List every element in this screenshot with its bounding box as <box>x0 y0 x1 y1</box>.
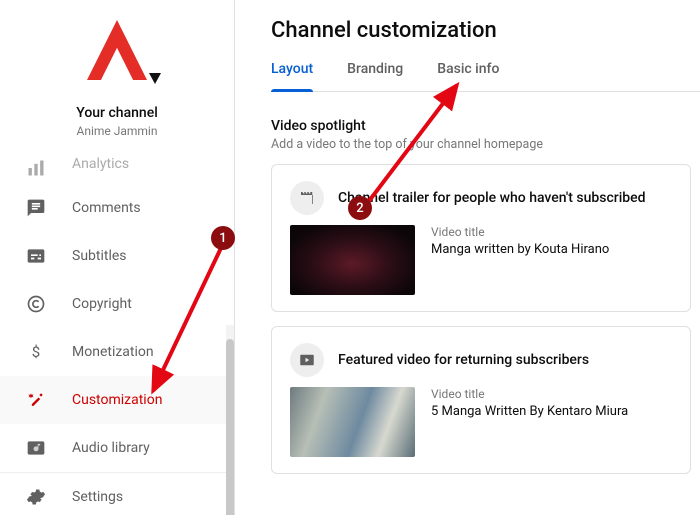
scrollbar-thumb[interactable] <box>226 339 234 515</box>
video-meta-label: Video title <box>431 225 609 239</box>
page-title: Channel customization <box>271 18 700 43</box>
subtitles-icon <box>24 244 48 268</box>
video-thumbnail[interactable] <box>290 387 415 457</box>
channel-name: Anime Jammin <box>77 124 158 138</box>
sidebar-item-label: Subtitles <box>72 248 127 264</box>
settings-icon <box>24 485 48 509</box>
tab-branding[interactable]: Branding <box>347 61 403 91</box>
main-content: Channel customization Layout Branding Ba… <box>235 0 700 515</box>
tab-label: Branding <box>347 61 403 77</box>
channel-avatar[interactable] <box>67 18 167 93</box>
card-featured-video[interactable]: Featured video for returning subscribers… <box>271 326 691 474</box>
sidebar-scrollbar[interactable] <box>226 325 234 515</box>
sidebar-item-settings[interactable]: Settings <box>0 472 234 515</box>
sidebar-item-copyright[interactable]: Copyright <box>0 280 234 328</box>
video-thumbnail[interactable] <box>290 225 415 295</box>
sidebar-item-label: Analytics <box>72 156 129 172</box>
sidebar: Your channel Anime Jammin Analytics Comm… <box>0 0 235 515</box>
film-icon <box>290 181 324 215</box>
video-meta-title: Manga written by Kouta Hirano <box>431 242 609 257</box>
sidebar-item-label: Comments <box>72 200 141 216</box>
sidebar-item-comments[interactable]: Comments <box>0 184 234 232</box>
tab-layout[interactable]: Layout <box>271 61 313 91</box>
sidebar-item-subtitles[interactable]: Subtitles <box>0 232 234 280</box>
customization-icon <box>24 388 48 412</box>
sidebar-item-customization[interactable]: Customization <box>0 376 234 424</box>
sidebar-item-label: Monetization <box>72 344 154 360</box>
video-meta-label: Video title <box>431 387 628 401</box>
video-meta-title: 5 Manga Written By Kentaro Miura <box>431 404 628 419</box>
card-title: Featured video for returning subscribers <box>338 352 589 368</box>
channel-block: Your channel Anime Jammin <box>0 0 234 156</box>
sidebar-item-label: Settings <box>72 489 123 505</box>
sidebar-nav: Analytics Comments Subtitles <box>0 156 234 515</box>
card-channel-trailer[interactable]: Channel trailer for people who haven't s… <box>271 164 691 312</box>
sidebar-item-analytics[interactable]: Analytics <box>0 156 234 184</box>
tab-basic-info[interactable]: Basic info <box>437 61 499 91</box>
tabs: Layout Branding Basic info <box>271 61 700 92</box>
comments-icon <box>24 196 48 220</box>
tab-label: Layout <box>271 61 313 77</box>
copyright-icon <box>24 292 48 316</box>
monetization-icon: $ <box>24 340 48 364</box>
sidebar-item-label: Audio library <box>72 440 150 456</box>
analytics-icon <box>24 156 48 180</box>
video-icon <box>290 343 324 377</box>
your-channel-label: Your channel <box>76 105 158 121</box>
sidebar-item-label: Customization <box>72 392 162 408</box>
sidebar-item-audio-library[interactable]: Audio library <box>0 424 234 472</box>
section-title: Video spotlight <box>271 118 700 134</box>
section-subtitle: Add a video to the top of your channel h… <box>271 137 700 152</box>
sidebar-item-label: Copyright <box>72 296 132 312</box>
svg-text:$: $ <box>32 343 40 361</box>
card-title: Channel trailer for people who haven't s… <box>338 190 646 206</box>
tab-label: Basic info <box>437 61 499 77</box>
sidebar-item-monetization[interactable]: $ Monetization <box>0 328 234 376</box>
audio-library-icon <box>24 436 48 460</box>
